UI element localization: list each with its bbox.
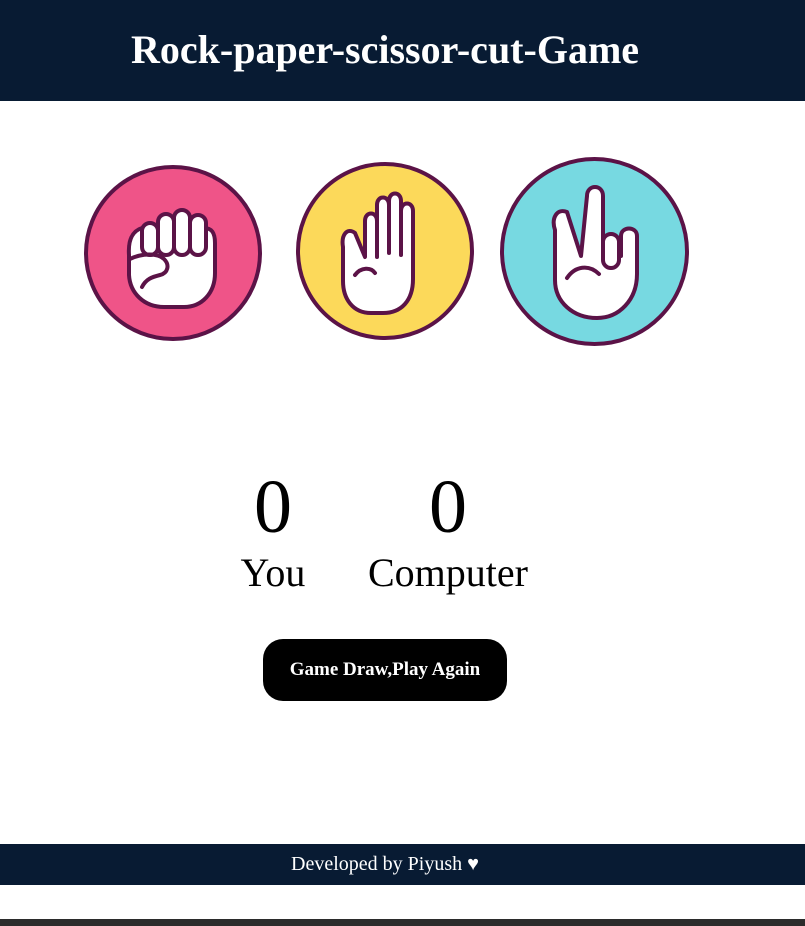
user-score-block: 0 You	[223, 469, 323, 593]
game-page: Rock-paper-scissor-cut-Game 0 You 0 Comp…	[0, 0, 805, 926]
footer-bar: Developed by Piyush ♥	[0, 844, 805, 885]
computer-score: 0	[429, 465, 467, 549]
footer-credit: Developed by Piyush ♥	[291, 853, 479, 875]
computer-score-label: Computer	[368, 550, 528, 595]
scissors-choice-button[interactable]	[499, 156, 690, 347]
paper-hand-icon	[296, 162, 474, 340]
page-title: Rock-paper-scissor-cut-Game	[130, 27, 640, 72]
window-bottom-edge	[0, 919, 805, 926]
user-score-label: You	[240, 550, 306, 595]
computer-score-block: 0 Computer	[358, 469, 538, 593]
scissors-hand-icon	[500, 157, 689, 346]
header-bar: Rock-paper-scissor-cut-Game	[0, 0, 805, 101]
paper-choice-button[interactable]	[295, 161, 475, 341]
rock-choice-button[interactable]	[84, 165, 262, 341]
rock-hand-icon	[84, 165, 262, 341]
user-score: 0	[254, 465, 292, 549]
result-message-button[interactable]: Game Draw,Play Again	[263, 639, 507, 701]
